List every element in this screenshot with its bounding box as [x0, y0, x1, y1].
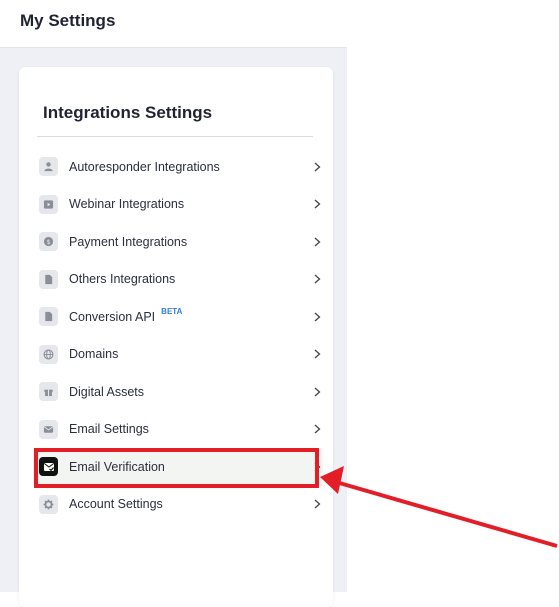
- annotation-arrow-icon: [320, 466, 558, 548]
